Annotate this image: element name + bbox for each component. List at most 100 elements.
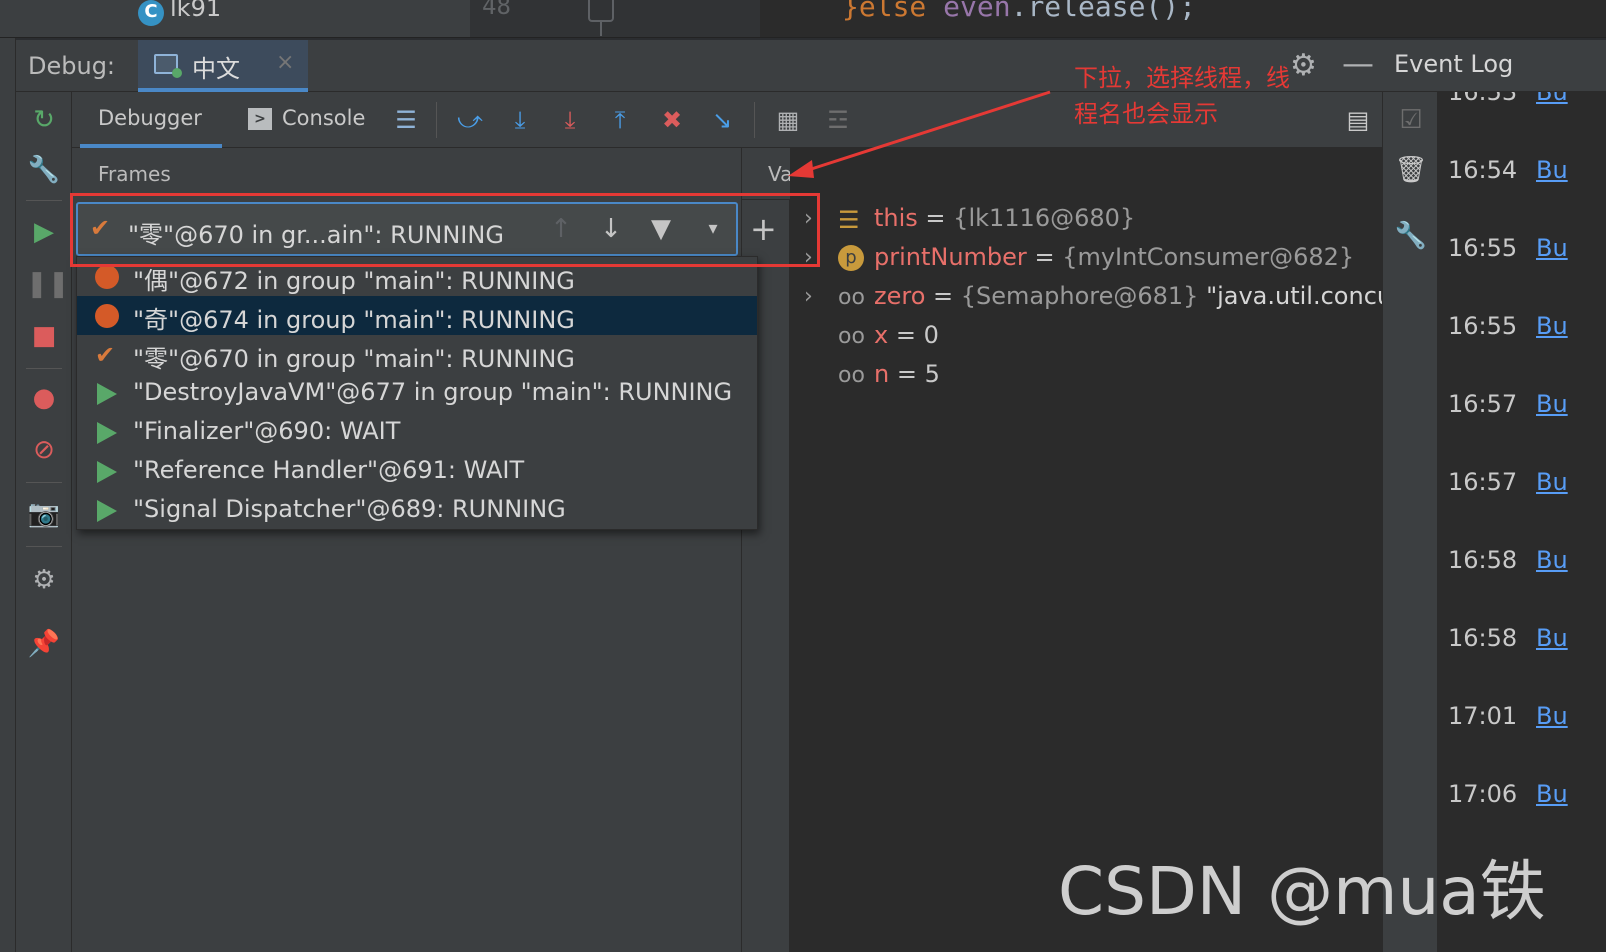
variable-row[interactable]: › p printNumber = {myIntConsumer@682} xyxy=(800,241,1390,280)
thread-list-item[interactable]: ✔ "零"@670 in group "main": RUNNING xyxy=(77,335,757,374)
thread-label: "DestroyJavaVM"@677 in group "main": RUN… xyxy=(133,378,733,406)
thread-list-item[interactable]: "DestroyJavaVM"@677 in group "main": RUN… xyxy=(77,374,757,413)
variable-row[interactable]: › oo zero = {Semaphore@681} "java.util.con… xyxy=(800,280,1393,319)
watch-glasses-icon: oo xyxy=(838,363,865,388)
debug-session-tab[interactable]: 中文 × xyxy=(138,40,308,92)
variable-value: {Semaphore@681} xyxy=(960,282,1199,310)
code-line[interactable]: }else even.release(); xyxy=(842,0,1196,23)
toolbar-separator xyxy=(26,546,62,547)
gutter-line xyxy=(600,22,602,36)
variable-name: zero xyxy=(874,282,926,310)
log-timestamp: 16:54 xyxy=(1448,156,1518,184)
play-icon xyxy=(95,421,119,445)
step-into-icon[interactable]: ⤓ xyxy=(552,102,588,138)
log-timestamp: 16:58 xyxy=(1448,624,1518,652)
restore-layout-icon[interactable]: ▤ xyxy=(1340,102,1376,138)
run-to-cursor-icon[interactable]: ↘ xyxy=(704,102,740,138)
log-link[interactable]: Bu xyxy=(1536,546,1568,574)
step-out-icon[interactable]: ⤒ xyxy=(602,102,638,138)
breakpoint-dot-icon xyxy=(95,304,119,328)
variable-text: x = 0 xyxy=(874,321,939,349)
console-icon: > xyxy=(248,108,272,130)
pause-icon[interactable]: ❚❚ xyxy=(26,266,70,302)
log-timestamp: 16:53 xyxy=(1448,92,1518,106)
variable-name: n xyxy=(874,360,890,388)
log-link[interactable]: Bu xyxy=(1536,156,1568,184)
log-timestamp: 17:01 xyxy=(1448,702,1518,730)
variable-text: printNumber = {myIntConsumer@682} xyxy=(874,243,1354,271)
field-list-icon: ☰ xyxy=(838,206,860,234)
thread-list-item[interactable]: "Signal Dispatcher"@689: RUNNING xyxy=(77,491,757,529)
log-link[interactable]: Bu xyxy=(1536,624,1568,652)
equals-sign: = xyxy=(888,321,924,349)
variable-value: {lk1116@680} xyxy=(953,204,1136,232)
variable-value: 5 xyxy=(924,360,940,388)
variable-row[interactable]: oo x = 0 xyxy=(800,319,1390,358)
watch-glasses-icon: oo xyxy=(838,285,865,310)
log-link[interactable]: Bu xyxy=(1536,390,1568,418)
toolbar-separator xyxy=(754,102,755,138)
running-status-dot xyxy=(172,68,182,78)
close-icon[interactable]: × xyxy=(276,50,294,75)
thread-label: "Reference Handler"@691: WAIT xyxy=(133,456,525,484)
toolbar-separator xyxy=(436,102,437,138)
tab-console[interactable]: > Console xyxy=(244,92,394,148)
debug-label: Debug: xyxy=(28,52,116,80)
thread-list-item[interactable]: "Reference Handler"@691: WAIT xyxy=(77,452,757,491)
step-over-icon[interactable]: ⤓ xyxy=(502,102,538,138)
variable-name: this xyxy=(874,204,918,232)
mute-breakpoints-icon[interactable]: ⊘ xyxy=(26,432,62,468)
bookmark-icon[interactable] xyxy=(588,0,614,22)
thread-dropdown-list: "偶"@672 in group "main": RUNNING "奇"@674 … xyxy=(76,256,758,530)
pin-icon[interactable]: 📌 xyxy=(26,626,62,662)
log-link[interactable]: Bu xyxy=(1536,780,1568,808)
log-link[interactable]: Bu xyxy=(1536,702,1568,730)
camera-icon[interactable]: 📷 xyxy=(26,496,62,532)
log-link[interactable]: Bu xyxy=(1536,92,1568,106)
trace-icon[interactable]: ☲ xyxy=(820,102,856,138)
log-link[interactable]: Bu xyxy=(1536,234,1568,262)
chevron-right-icon[interactable]: › xyxy=(804,284,813,309)
log-link[interactable]: Bu xyxy=(1536,312,1568,340)
log-timestamp: 16:57 xyxy=(1448,468,1518,496)
thread-label: "Signal Dispatcher"@689: RUNNING xyxy=(133,495,566,523)
thread-list-item[interactable]: "奇"@674 in group "main": RUNNING xyxy=(77,296,757,335)
variable-row[interactable]: › ☰ this = {lk1116@680} xyxy=(800,202,1390,241)
annotation-text: 下拉，选择线程，线程名也会显示 xyxy=(1074,64,1290,128)
project-name[interactable]: lk91 xyxy=(170,0,221,22)
settings-icon[interactable]: ⚙ xyxy=(26,562,62,598)
evaluate-expression-icon[interactable]: ▦ xyxy=(770,102,806,138)
log-timestamp: 16:55 xyxy=(1448,234,1518,262)
wrench-icon[interactable]: 🔧 xyxy=(1393,218,1429,254)
minimize-icon[interactable]: — xyxy=(1342,44,1374,82)
variable-name: x xyxy=(874,321,889,349)
thread-label: "零"@670 in group "main": RUNNING xyxy=(133,345,575,373)
drop-frame-icon[interactable]: ✖ xyxy=(654,102,690,138)
code-object: even xyxy=(943,0,1011,23)
tab-debugger[interactable]: Debugger xyxy=(80,92,222,148)
equals-sign: = xyxy=(925,282,961,310)
toolbar-separator xyxy=(26,368,62,369)
thread-label: "奇"@674 in group "main": RUNNING xyxy=(133,306,575,334)
variable-string-value: "java.util.concu xyxy=(1198,282,1393,310)
layout-menu-icon[interactable]: ☰ xyxy=(388,102,424,138)
variable-name: printNumber xyxy=(874,243,1027,271)
code-method: .release(); xyxy=(1010,0,1197,23)
mark-read-icon[interactable]: ☑ xyxy=(1393,102,1429,138)
stop-icon[interactable]: ■ xyxy=(26,318,62,354)
editor-gutter: 48 xyxy=(470,0,760,37)
variable-value: 0 xyxy=(923,321,939,349)
rerun-icon[interactable]: ↻ xyxy=(26,102,62,138)
view-breakpoints-icon[interactable]: ● xyxy=(26,380,62,416)
wrench-icon[interactable]: 🔧 xyxy=(26,152,62,188)
log-link[interactable]: Bu xyxy=(1536,468,1568,496)
thread-list-item[interactable]: "Finalizer"@690: WAIT xyxy=(77,413,757,452)
toolbar-separator xyxy=(26,200,62,201)
trash-icon[interactable]: 🗑 xyxy=(1393,152,1429,188)
project-bar: C lk91 xyxy=(0,0,470,37)
resume-icon[interactable]: ▶ xyxy=(26,214,62,250)
play-icon xyxy=(95,382,119,406)
show-execution-point-icon[interactable]: ⤻ xyxy=(452,102,488,138)
editor-tab-strip: C lk91 48 }else even.release(); xyxy=(0,0,1606,38)
variable-row[interactable]: oo n = 5 xyxy=(800,358,1390,397)
